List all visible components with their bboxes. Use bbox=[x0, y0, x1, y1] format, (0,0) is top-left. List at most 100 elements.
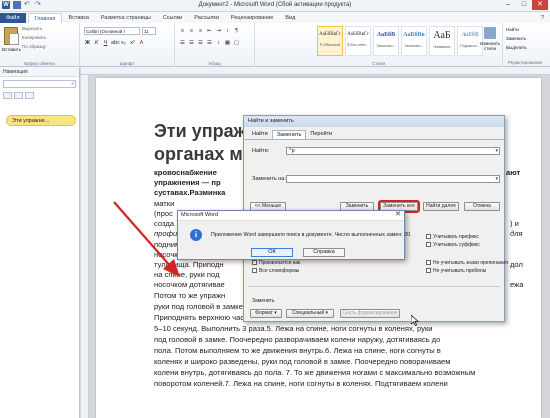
tab-insert[interactable]: Вставка bbox=[62, 13, 94, 23]
tab-view[interactable]: Вид bbox=[279, 13, 301, 23]
style-normal[interactable]: АаБбВвГг ¶ Обычный bbox=[317, 26, 343, 56]
checkbox-icon[interactable] bbox=[426, 268, 431, 274]
message-text: Приложение Word завершило поиск в докуме… bbox=[211, 232, 412, 238]
find-input[interactable]: ^p ▾ bbox=[286, 147, 500, 155]
underline-icon[interactable]: Ч bbox=[102, 40, 109, 47]
paragraph-group: ≡ ≡ ≡ ⇤ ⇥ ↕ ¶ ☰ ☰ ☰ ☰ ↕ ▦ ▢ Абзац bbox=[175, 23, 255, 67]
checkbox-icon[interactable] bbox=[426, 234, 431, 240]
doc-line: пола. Потом выполняем то же движения вну… bbox=[154, 346, 441, 355]
tab-replace[interactable]: Заменить bbox=[271, 130, 307, 139]
mouse-cursor-icon bbox=[411, 315, 419, 326]
style-name: Подзагол... bbox=[460, 44, 480, 48]
copy-button[interactable]: Копировать bbox=[22, 35, 46, 40]
chevron-down-icon[interactable]: ▾ bbox=[495, 148, 498, 155]
nav-tab-results[interactable] bbox=[25, 92, 34, 99]
superscript-icon[interactable]: x² bbox=[129, 40, 136, 47]
align-center-icon[interactable]: ☰ bbox=[188, 40, 195, 47]
align-right-icon[interactable]: ☰ bbox=[197, 40, 204, 47]
bold-icon[interactable]: Ж bbox=[84, 40, 91, 47]
tab-goto[interactable]: Перейти bbox=[306, 130, 336, 139]
chevron-down-icon[interactable]: ▾ bbox=[495, 176, 498, 183]
find-next-button[interactable]: Найти далее bbox=[423, 202, 459, 211]
tab-references[interactable]: Ссылки bbox=[157, 13, 188, 23]
find-button[interactable]: Найти bbox=[506, 27, 519, 32]
pilcrow-icon[interactable]: ¶ bbox=[233, 28, 240, 35]
bullets-icon[interactable]: ≡ bbox=[179, 28, 186, 35]
style-heading-2[interactable]: АаБбВв Заголово... bbox=[401, 26, 427, 56]
nav-search-input[interactable]: ⌕ bbox=[3, 80, 76, 88]
nav-result-item[interactable]: Эти упражне... bbox=[6, 115, 76, 126]
option-all-forms[interactable]: Все словоформы bbox=[252, 268, 299, 274]
search-icon[interactable]: ⌕ bbox=[71, 81, 74, 88]
option-punctuation[interactable]: Не учитывать знаки препинания bbox=[426, 260, 508, 266]
format-button[interactable]: Формат ▾ bbox=[250, 309, 282, 318]
shading-icon[interactable]: ▦ bbox=[224, 40, 231, 47]
help-icon[interactable]: ? bbox=[535, 13, 550, 23]
borders-icon[interactable]: ▢ bbox=[233, 40, 240, 47]
style-heading-1[interactable]: АаБбВ Заголово... bbox=[373, 26, 399, 56]
style-no-spacing[interactable]: АаБбВвГг ¶ Без инте... bbox=[345, 26, 371, 56]
no-formatting-button[interactable]: Снять форматирование bbox=[340, 309, 400, 318]
doc-line: коленях и широко разведены, руки под гол… bbox=[154, 357, 451, 366]
option-sounds-like[interactable]: Произносится как bbox=[252, 260, 300, 266]
align-left-icon[interactable]: ☰ bbox=[179, 40, 186, 47]
change-styles-button[interactable]: Изменить стили bbox=[480, 27, 500, 51]
nav-tab-headings[interactable] bbox=[3, 92, 12, 99]
format-painter-button[interactable]: По образцу bbox=[22, 44, 46, 49]
replace-input[interactable]: ▾ bbox=[286, 175, 500, 183]
window-controls: – □ ✕ bbox=[500, 0, 548, 10]
cut-button[interactable]: Вырезать bbox=[22, 26, 42, 31]
cancel-button[interactable]: Отмена bbox=[464, 202, 500, 211]
justify-icon[interactable]: ☰ bbox=[206, 40, 213, 47]
font-size-select[interactable]: 11 bbox=[142, 27, 156, 35]
tab-page-layout[interactable]: Разметка страницы bbox=[95, 13, 157, 23]
subscript-icon[interactable]: x₂ bbox=[120, 40, 127, 47]
style-name: ¶ Обычный bbox=[320, 43, 340, 47]
tab-review[interactable]: Рецензирование bbox=[225, 13, 279, 23]
option-spaces[interactable]: Не учитывать пробелы bbox=[426, 268, 486, 274]
option-prefix[interactable]: Учитывать префикс bbox=[426, 234, 479, 240]
numbering-icon[interactable]: ≡ bbox=[188, 28, 195, 35]
option-suffix[interactable]: Учитывать суффикс bbox=[426, 242, 480, 248]
italic-icon[interactable]: К bbox=[93, 40, 100, 47]
nav-tab-pages[interactable] bbox=[14, 92, 23, 99]
sort-icon[interactable]: ↕ bbox=[224, 28, 231, 35]
close-icon[interactable]: ✕ bbox=[395, 211, 401, 219]
paste-button[interactable]: Вставить bbox=[2, 47, 21, 52]
style-name: Название bbox=[433, 45, 451, 49]
multilevel-list-icon[interactable]: ≡ bbox=[197, 28, 204, 35]
paste-icon[interactable] bbox=[4, 27, 19, 45]
minimize-button[interactable]: – bbox=[500, 0, 516, 10]
select-button[interactable]: Выделить bbox=[506, 45, 527, 50]
checkbox-icon[interactable] bbox=[426, 260, 431, 266]
style-name: Заголово... bbox=[376, 44, 396, 48]
decrease-indent-icon[interactable]: ⇤ bbox=[206, 28, 213, 35]
tab-find[interactable]: Найти bbox=[248, 130, 272, 139]
ok-button[interactable]: ОК bbox=[251, 248, 293, 257]
replace-button[interactable]: Заменить bbox=[506, 36, 526, 41]
maximize-button[interactable]: □ bbox=[516, 0, 532, 10]
doc-heading-1: Эти упраж bbox=[154, 121, 247, 141]
increase-indent-icon[interactable]: ⇥ bbox=[215, 28, 222, 35]
checkbox-icon[interactable] bbox=[252, 268, 257, 274]
tab-mailings[interactable]: Рассылки bbox=[188, 13, 225, 23]
style-title[interactable]: АаБ Название bbox=[429, 26, 455, 56]
message-box-title-bar: Microsoft Word ✕ bbox=[178, 211, 404, 221]
font-format-row: Ж К Ч abc x₂ x² A bbox=[84, 40, 145, 47]
font-family-select[interactable]: Calibri (Основной т bbox=[84, 27, 140, 35]
vertical-ruler[interactable] bbox=[81, 75, 89, 418]
style-sample: АаБбВ bbox=[376, 32, 396, 38]
strikethrough-icon[interactable]: abc bbox=[111, 40, 120, 47]
font-color-icon[interactable]: A bbox=[138, 40, 145, 47]
option-label: Не учитывать пробелы bbox=[433, 268, 487, 274]
checkbox-icon[interactable] bbox=[252, 260, 257, 266]
style-sample: АаБбВв bbox=[403, 32, 425, 38]
tab-file[interactable]: Файл bbox=[0, 13, 26, 23]
close-button[interactable]: ✕ bbox=[532, 0, 548, 10]
tab-home[interactable]: Главная bbox=[27, 13, 63, 23]
checkbox-icon[interactable] bbox=[426, 242, 431, 248]
special-button[interactable]: Специальный ▾ bbox=[286, 309, 334, 318]
line-spacing-icon[interactable]: ↕ bbox=[215, 40, 222, 47]
help-button[interactable]: Справка bbox=[303, 248, 345, 257]
horizontal-ruler[interactable] bbox=[81, 67, 550, 75]
